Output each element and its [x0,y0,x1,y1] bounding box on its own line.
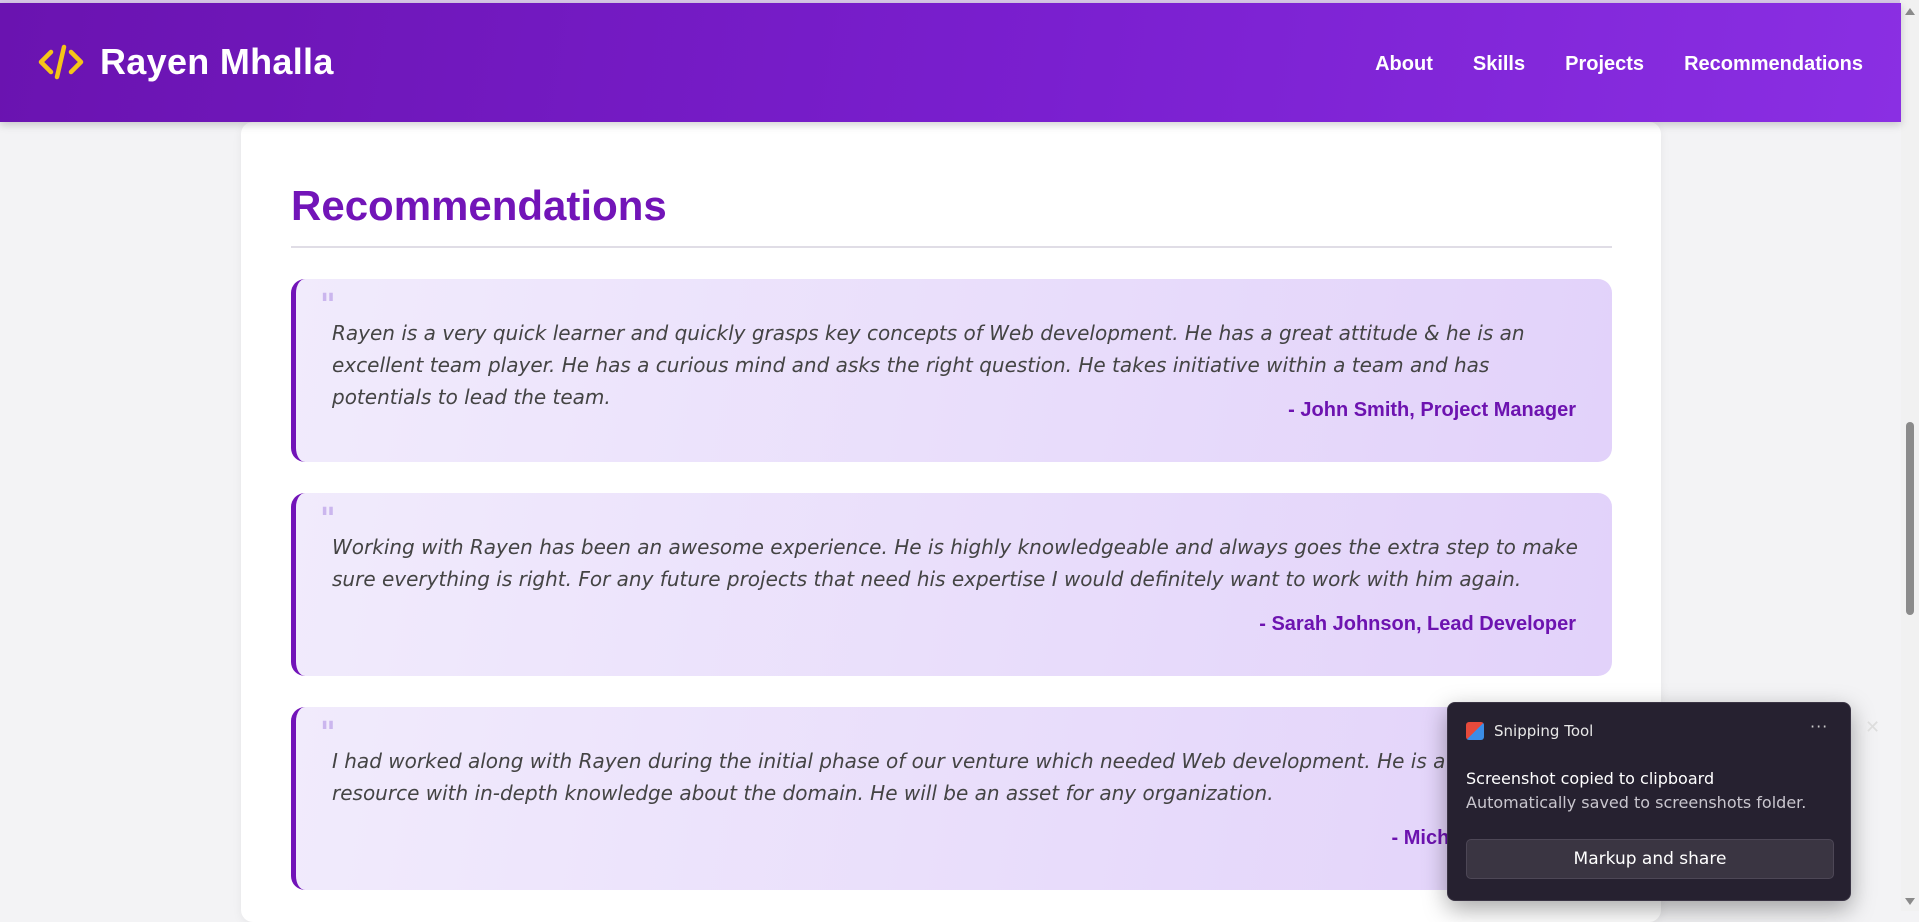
recommendation-text: I had worked along with Rayen during the… [332,749,1561,805]
scroll-down-icon[interactable] [1905,898,1915,905]
code-icon [38,42,88,82]
brand[interactable]: Rayen Mhalla [38,41,334,83]
page-scrollbar[interactable] [1901,0,1919,911]
nav-projects[interactable]: Projects [1565,53,1644,76]
scrollbar-thumb[interactable] [1906,422,1914,615]
recommendation-card: " Rayen is a very quick learner and quic… [291,279,1612,462]
recommendation-author: - Sarah Johnson, Lead Developer [1259,613,1576,635]
toast-message: Screenshot copied to clipboard [1466,769,1715,788]
markup-and-share-button[interactable]: Markup and share [1466,839,1834,879]
toast-app-name: Snipping Tool [1494,722,1594,740]
nav-about[interactable]: About [1375,53,1433,76]
recommendation-author: - John Smith, Project Manager [1288,399,1576,421]
brand-name: Rayen Mhalla [100,41,334,82]
scroll-up-icon[interactable] [1905,8,1915,15]
snipping-tool-notification: Snipping Tool ··· ✕ Screenshot copied to… [1447,702,1880,901]
recommendation-text: Working with Rayen has been an awesome e… [332,535,1578,591]
recommendation-card: " I had worked along with Rayen during t… [291,707,1612,890]
nav-skills[interactable]: Skills [1473,53,1525,76]
snipping-tool-icon [1466,722,1484,740]
nav-recommendations[interactable]: Recommendations [1684,53,1863,76]
close-icon[interactable]: ✕ [1865,717,1880,738]
recommendation-card: " Working with Rayen has been an awesome… [291,493,1612,676]
site-header: Rayen Mhalla About Skills Projects Recom… [0,3,1901,122]
toast-sub-message: Automatically saved to screenshots folde… [1466,793,1807,812]
section-title: Recommendations [291,182,667,229]
section-divider [291,246,1612,248]
more-icon[interactable]: ··· [1810,717,1828,736]
main-nav: About Skills Projects Recommendations [1375,53,1863,76]
